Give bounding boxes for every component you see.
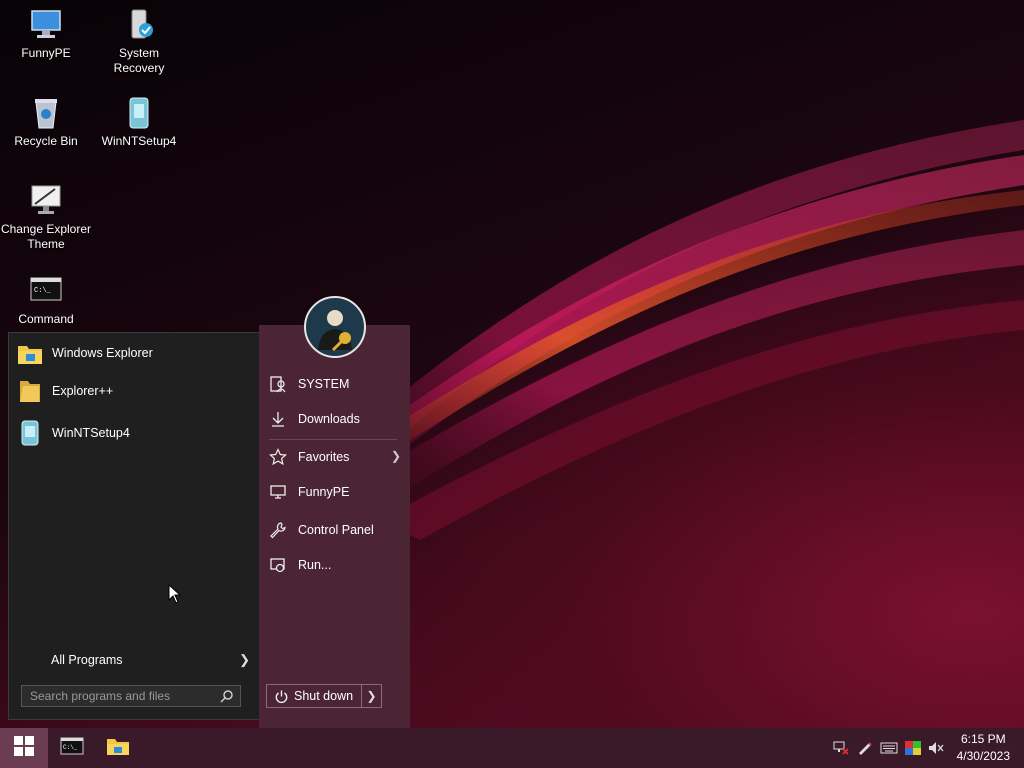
- search-icon[interactable]: [220, 689, 234, 706]
- taskbar: C:\_ 6:15 PM 4/30/2023: [0, 728, 1024, 768]
- folder-icon: [17, 378, 43, 404]
- start-place-favorites[interactable]: Favorites ❯: [268, 443, 401, 471]
- volume-muted-icon[interactable]: [927, 740, 945, 756]
- clock-date: 4/30/2023: [956, 749, 1010, 763]
- svg-text:C:\_: C:\_: [34, 287, 52, 295]
- network-icon[interactable]: [832, 740, 850, 756]
- all-programs-label: All Programs: [51, 653, 123, 667]
- desktop-icon-label: Recycle Bin: [14, 134, 78, 148]
- shutdown-label: Shut down: [294, 689, 354, 703]
- command-prompt-icon: C:\_: [29, 274, 63, 308]
- place-label: Control Panel: [298, 523, 374, 537]
- desktop-icon-change-explorer-theme[interactable]: Change Explorer Theme: [0, 184, 92, 252]
- explorer-folder-icon: [17, 340, 43, 366]
- wrench-icon: [269, 521, 287, 539]
- start-button[interactable]: [0, 728, 48, 768]
- desktop-icon-system-recovery[interactable]: System Recovery: [93, 8, 185, 76]
- start-place-funnype[interactable]: FunnyPE: [269, 478, 401, 506]
- monitor-icon: [29, 184, 63, 218]
- computer-icon: [269, 483, 287, 501]
- svg-text:C:\_: C:\_: [63, 744, 78, 751]
- explorer-folder-icon: [106, 736, 130, 761]
- run-icon: [269, 556, 287, 574]
- mouse-cursor-icon: [168, 583, 182, 609]
- winntsetup-icon: [122, 96, 156, 130]
- separator: [269, 439, 397, 440]
- start-program-windows-explorer[interactable]: Windows Explorer: [17, 336, 252, 370]
- display-color-icon[interactable]: [904, 740, 922, 756]
- taskbar-command-prompt[interactable]: C:\_: [49, 728, 95, 768]
- search-placeholder: Search programs and files: [30, 689, 171, 703]
- program-label: Windows Explorer: [52, 346, 153, 360]
- chevron-right-icon: ❯: [390, 449, 401, 463]
- place-label: FunnyPE: [298, 485, 350, 499]
- chevron-right-icon: ❯: [239, 652, 250, 667]
- windows-logo-icon: [14, 735, 34, 761]
- start-program-winntsetup[interactable]: WinNTSetup4: [17, 416, 252, 450]
- clock-time: 6:15 PM: [960, 732, 1006, 746]
- keyboard-icon[interactable]: [880, 740, 898, 756]
- winntsetup-icon: [17, 420, 43, 446]
- download-icon: [269, 410, 287, 428]
- desktop-icon-recycle-bin[interactable]: Recycle Bin: [0, 96, 92, 149]
- system-recovery-icon: [122, 8, 156, 42]
- search-input[interactable]: Search programs and files: [21, 685, 241, 707]
- desktop-icon-funnype[interactable]: FunnyPE: [0, 8, 92, 61]
- place-label: Downloads: [298, 412, 360, 426]
- all-programs-button[interactable]: All Programs ❯: [9, 645, 260, 675]
- shutdown-options-button[interactable]: ❯: [362, 689, 381, 703]
- start-place-downloads[interactable]: Downloads: [269, 405, 401, 433]
- user-folder-icon: [269, 375, 287, 393]
- start-place-run[interactable]: Run...: [269, 551, 401, 579]
- desktop-icon-label: Change Explorer Theme: [0, 222, 92, 251]
- place-label: Favorites: [298, 450, 350, 464]
- shutdown-button-group: Shut down ❯: [266, 684, 382, 708]
- program-label: Explorer++: [52, 384, 114, 398]
- start-menu-programs-pane: Windows Explorer Explorer++ WinNTSetup4 …: [8, 332, 261, 720]
- computer-icon: [29, 8, 63, 42]
- power-icon: [274, 689, 289, 704]
- start-program-explorer-plus-plus[interactable]: Explorer++: [17, 374, 252, 408]
- recycle-bin-icon: [29, 96, 63, 130]
- taskbar-file-explorer[interactable]: [95, 728, 141, 768]
- shutdown-button[interactable]: Shut down: [267, 685, 362, 707]
- place-label: SYSTEM: [298, 377, 350, 391]
- chevron-right-icon: ❯: [366, 689, 377, 703]
- desktop-icon-label: WinNTSetup4: [101, 134, 177, 148]
- command-prompt-icon: C:\_: [60, 736, 84, 761]
- desktop-icon-label: Command: [18, 312, 74, 326]
- user-avatar[interactable]: [304, 296, 366, 358]
- start-place-control-panel[interactable]: Control Panel: [269, 516, 401, 544]
- star-icon: [268, 448, 288, 466]
- desktop-icon-winntsetup[interactable]: WinNTSetup4: [93, 96, 185, 149]
- desktop-icon-command[interactable]: C:\_ Command: [0, 274, 92, 327]
- desktop-icon-label: System Recovery: [113, 46, 165, 75]
- start-menu-places-pane: SYSTEM Downloads Favorites ❯ FunnyPE Con…: [259, 325, 410, 728]
- start-place-system[interactable]: SYSTEM: [269, 370, 401, 398]
- taskbar-clock[interactable]: 6:15 PM 4/30/2023: [957, 731, 1010, 765]
- pen-tool-icon[interactable]: [856, 740, 874, 756]
- desktop-icon-label: FunnyPE: [21, 46, 71, 60]
- place-label: Run...: [298, 558, 332, 572]
- program-label: WinNTSetup4: [52, 426, 130, 440]
